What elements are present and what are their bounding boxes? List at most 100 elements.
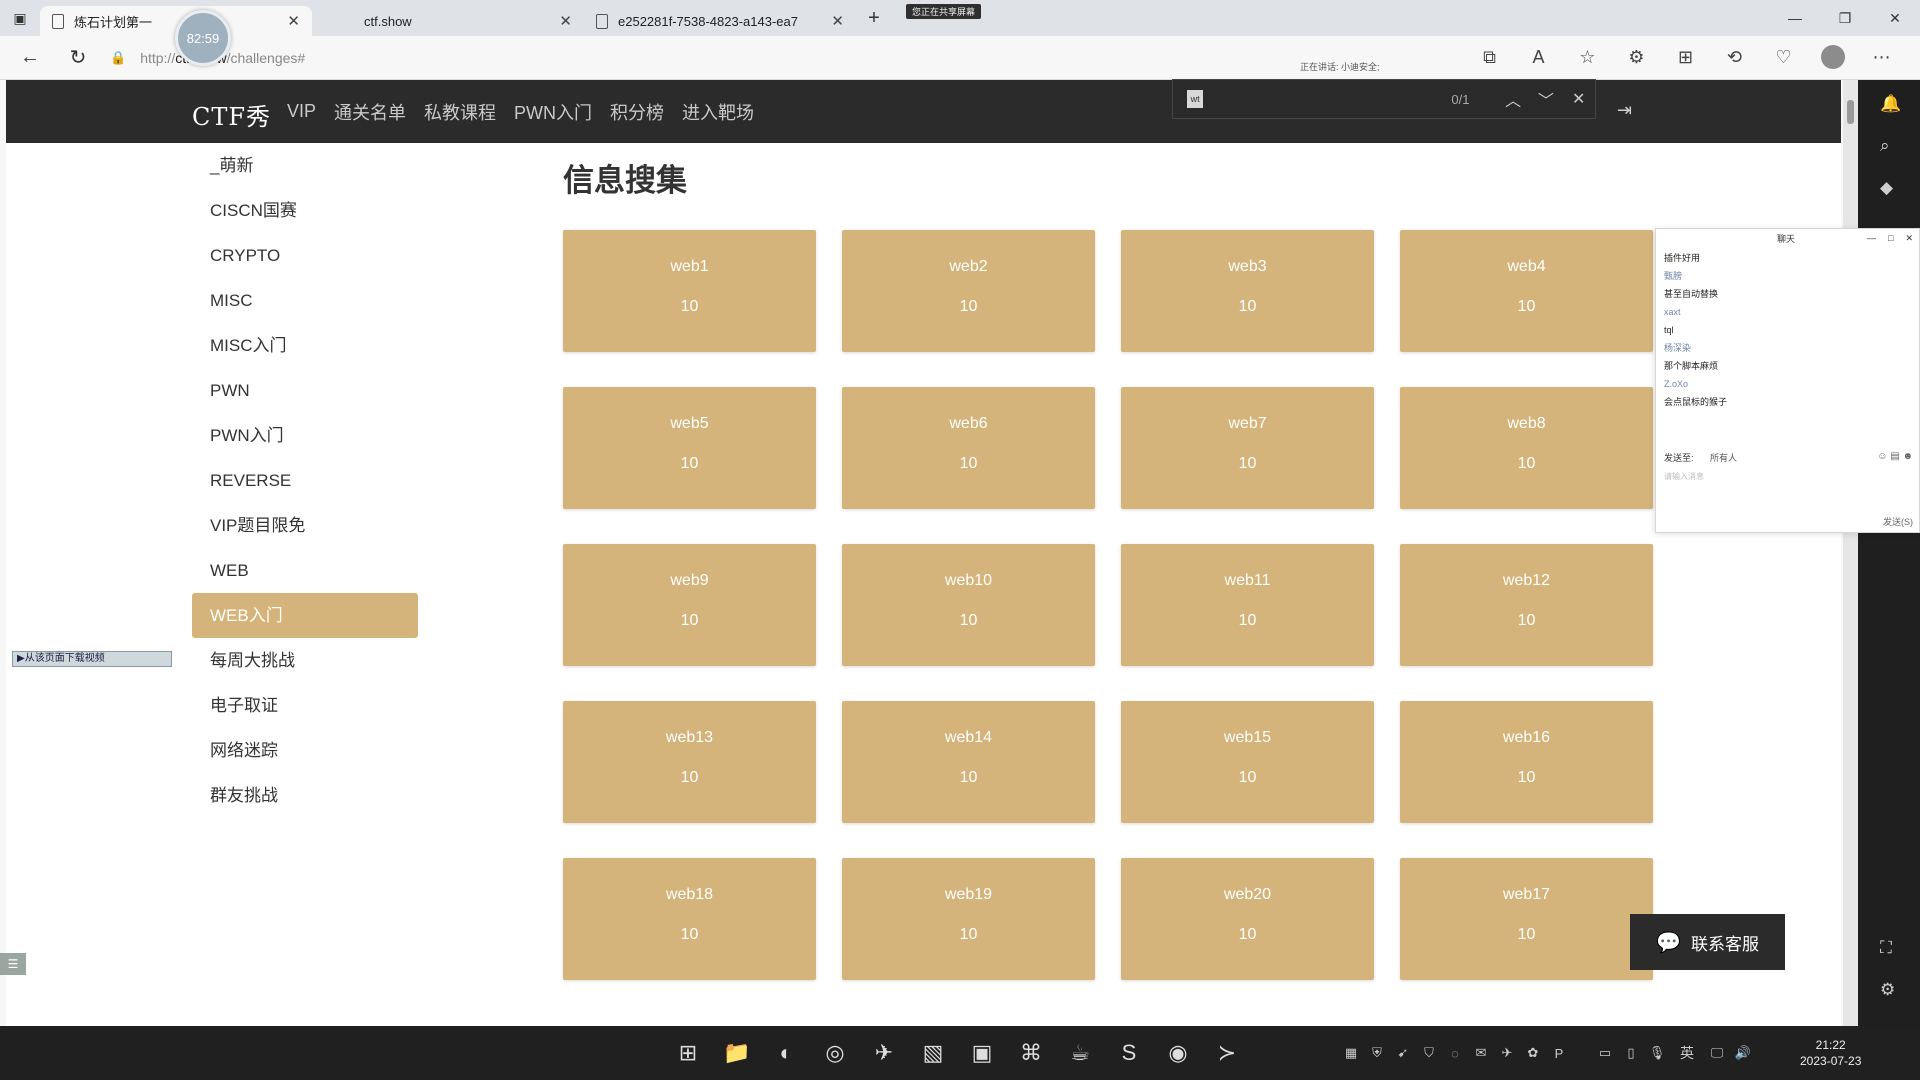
tab-2[interactable]: e252281f-7538-4823-a143-ea7 ✕ bbox=[584, 6, 856, 36]
profile-avatar[interactable] bbox=[1808, 42, 1857, 78]
tray-p-icon[interactable]: P bbox=[1546, 1046, 1572, 1061]
nav-pwn-intro[interactable]: PWN入门 bbox=[514, 99, 592, 125]
find-prev-icon[interactable]: ︿ bbox=[1497, 87, 1530, 111]
file-icon[interactable]: ▤ bbox=[1890, 451, 1899, 462]
nav-vip[interactable]: VIP bbox=[287, 101, 316, 122]
python-icon[interactable]: ⌘ bbox=[1011, 1033, 1051, 1073]
download-video-bar[interactable]: ▶从该页面下载视频 bbox=[12, 651, 172, 667]
challenge-card[interactable]: web16 10 bbox=[1400, 701, 1653, 823]
challenge-card[interactable]: web18 10 bbox=[563, 858, 816, 980]
chrome-icon[interactable]: ◎ bbox=[815, 1033, 855, 1073]
tray-app-icon[interactable]: ▦ bbox=[1338, 1045, 1364, 1061]
challenge-card[interactable]: web7 10 bbox=[1121, 387, 1374, 509]
sidebar-item[interactable]: WEB bbox=[192, 548, 418, 593]
restore-icon[interactable]: □ bbox=[1888, 233, 1893, 243]
start-icon[interactable]: ⊞ bbox=[668, 1033, 708, 1073]
restore-icon[interactable]: ❐ bbox=[1820, 0, 1870, 36]
challenge-card[interactable]: web15 10 bbox=[1121, 701, 1374, 823]
photos-icon[interactable]: ▧ bbox=[913, 1033, 953, 1073]
site-logo[interactable]: CTF秀 bbox=[192, 97, 271, 132]
sidebar-item[interactable]: PWN入门 bbox=[192, 413, 418, 458]
back-icon[interactable]: ← bbox=[6, 46, 54, 69]
read-aloud-icon[interactable]: A bbox=[1514, 42, 1563, 78]
challenge-card[interactable]: web10 10 bbox=[842, 544, 1095, 666]
page-scrollbar[interactable] bbox=[1843, 80, 1858, 1026]
recording-timer[interactable]: 82:59 bbox=[175, 10, 231, 66]
app-icon[interactable]: ✈ bbox=[864, 1033, 904, 1073]
challenge-card[interactable]: web12 10 bbox=[1400, 544, 1653, 666]
nav-private-course[interactable]: 私教课程 bbox=[424, 99, 496, 125]
sidebar-item[interactable]: CISCN国赛 bbox=[192, 188, 418, 233]
folder-icon[interactable]: 📁 bbox=[717, 1033, 757, 1073]
collections-icon[interactable]: ⊞ bbox=[1661, 42, 1710, 78]
chat-send-button[interactable]: 发送(S) bbox=[1883, 515, 1913, 528]
nav-enter-range[interactable]: 进入靶场 bbox=[682, 99, 754, 125]
challenge-card[interactable]: web5 10 bbox=[563, 387, 816, 509]
tab-actions-icon[interactable]: ▣ bbox=[0, 0, 40, 36]
tray-security-icon[interactable]: ⛉ bbox=[1416, 1045, 1442, 1061]
sidebar-item[interactable]: 电子取证 bbox=[192, 683, 418, 728]
challenge-card[interactable]: web1 10 bbox=[563, 230, 816, 352]
tray-shield-icon[interactable]: ⛨ bbox=[1364, 1045, 1390, 1061]
new-tab-icon[interactable]: + bbox=[856, 7, 892, 30]
close-window-icon[interactable]: ✕ bbox=[1870, 0, 1920, 36]
sidebar-item[interactable]: WEB入门 bbox=[192, 593, 418, 638]
nav-scoreboard[interactable]: 积分榜 bbox=[610, 99, 664, 125]
java-icon[interactable]: ☕ bbox=[1060, 1033, 1100, 1073]
find-next-icon[interactable]: ﹀ bbox=[1530, 87, 1563, 111]
sidebar-item[interactable]: CRYPTO bbox=[192, 233, 418, 278]
emoji-icon[interactable]: ☺ bbox=[1877, 451, 1887, 462]
health-icon[interactable]: ♡ bbox=[1759, 42, 1808, 78]
search-icon[interactable]: ⌕ bbox=[1880, 136, 1890, 156]
sublime-icon[interactable]: S bbox=[1109, 1033, 1149, 1073]
edge-icon[interactable]: ◐ bbox=[766, 1033, 806, 1073]
tab-1[interactable]: ctf.show ✕ bbox=[312, 6, 584, 36]
scroll-thumb[interactable] bbox=[1847, 100, 1854, 124]
send-to[interactable]: 发送至: 所有人 bbox=[1664, 451, 1737, 464]
gear-icon[interactable]: ⚙ bbox=[1880, 980, 1895, 1000]
find-close-icon[interactable]: ✕ bbox=[1562, 89, 1595, 109]
person-icon[interactable]: ☻ bbox=[1902, 451, 1913, 462]
volume-icon[interactable]: 🔊 bbox=[1730, 1045, 1756, 1061]
tray-clover-icon[interactable]: ✿ bbox=[1520, 1045, 1546, 1061]
nav-clear-list[interactable]: 通关名单 bbox=[334, 99, 406, 125]
challenge-card[interactable]: web3 10 bbox=[1121, 230, 1374, 352]
screenshot-icon[interactable]: ⛶ bbox=[1880, 938, 1892, 958]
challenge-card[interactable]: web6 10 bbox=[842, 387, 1095, 509]
challenge-card[interactable]: web2 10 bbox=[842, 230, 1095, 352]
microphone-icon[interactable]: 🎙 bbox=[1644, 1045, 1670, 1061]
tag-icon[interactable]: ◆ bbox=[1880, 178, 1893, 198]
contact-service-button[interactable]: 💬 联系客服 bbox=[1630, 914, 1785, 970]
challenge-card[interactable]: web9 10 bbox=[563, 544, 816, 666]
tray-capture-icon[interactable]: ◌ bbox=[1442, 1046, 1468, 1061]
bell-icon[interactable]: 🔔 bbox=[1880, 94, 1901, 114]
tray-phone-icon[interactable]: ▯ bbox=[1618, 1045, 1644, 1061]
favorite-star-icon[interactable]: ☆ bbox=[1563, 42, 1612, 78]
challenge-card[interactable]: web13 10 bbox=[563, 701, 816, 823]
sidebar-item[interactable]: 网络迷踪 bbox=[192, 728, 418, 773]
close-icon[interactable]: ✕ bbox=[831, 12, 844, 30]
tray-wechat-icon[interactable]: ✉ bbox=[1468, 1045, 1494, 1061]
challenge-card[interactable]: web4 10 bbox=[1400, 230, 1653, 352]
tray-arrow-icon[interactable]: ➹ bbox=[1390, 1045, 1416, 1061]
close-icon[interactable]: ✕ bbox=[559, 12, 572, 30]
minimize-icon[interactable]: — bbox=[1867, 233, 1876, 243]
clock[interactable]: 21:22 2023-07-23 bbox=[1800, 1037, 1861, 1069]
more-menu-icon[interactable]: ⋯ bbox=[1857, 42, 1906, 78]
challenge-card[interactable]: web19 10 bbox=[842, 858, 1095, 980]
sidebar-item[interactable]: REVERSE bbox=[192, 458, 418, 503]
tray-app2-icon[interactable]: ✈ bbox=[1494, 1045, 1520, 1061]
challenge-card[interactable]: web11 10 bbox=[1121, 544, 1374, 666]
sidebar-item[interactable]: 每周大挑战 bbox=[192, 638, 418, 683]
sidebar-item[interactable]: VIP题目限免 bbox=[192, 503, 418, 548]
translate-icon[interactable]: ⧉ bbox=[1465, 42, 1514, 78]
challenge-card[interactable]: web20 10 bbox=[1121, 858, 1374, 980]
terminal-icon[interactable]: ≻ bbox=[1207, 1033, 1247, 1073]
tray-monitor-icon[interactable]: ▭ bbox=[1592, 1045, 1618, 1061]
refresh-icon[interactable]: ↻ bbox=[54, 45, 102, 70]
list-icon[interactable]: ☰ bbox=[0, 953, 26, 975]
close-icon[interactable]: ✕ bbox=[1905, 233, 1913, 244]
sidebar-item[interactable]: MISC bbox=[192, 278, 418, 323]
minimize-icon[interactable]: — bbox=[1770, 0, 1820, 36]
ide-icon[interactable]: ▣ bbox=[962, 1033, 1002, 1073]
